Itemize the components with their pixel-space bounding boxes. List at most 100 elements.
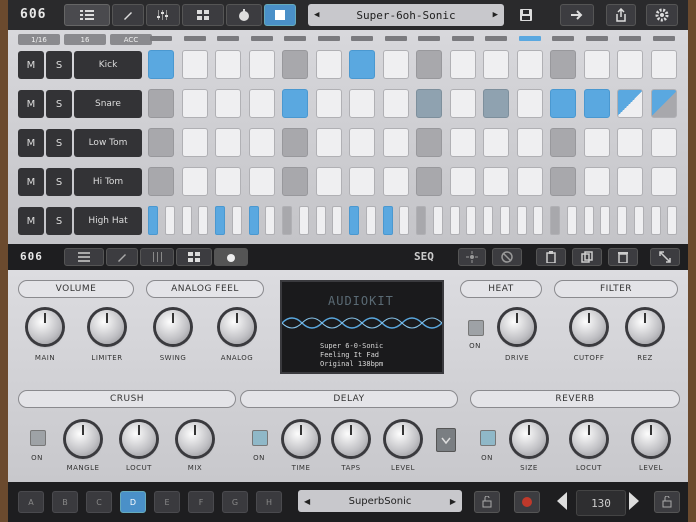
- step-pad[interactable]: [449, 167, 476, 196]
- step-pad[interactable]: [416, 167, 442, 196]
- preset-selector[interactable]: ◀ Super-6oh-Sonic ▶: [308, 4, 504, 26]
- hihat-step-pad[interactable]: [650, 206, 661, 235]
- step-pad[interactable]: [550, 50, 576, 79]
- heat-on-toggle[interactable]: [468, 320, 484, 336]
- step-pad[interactable]: [382, 128, 409, 157]
- preset-prev-button[interactable]: ◀: [314, 10, 319, 20]
- step-pad[interactable]: [349, 167, 375, 196]
- reverb-level-knob[interactable]: [634, 422, 668, 456]
- step-pad[interactable]: [248, 50, 275, 79]
- swing-knob[interactable]: [156, 310, 190, 344]
- mixer-button[interactable]: [146, 4, 180, 26]
- delay-on-toggle[interactable]: [252, 430, 268, 446]
- step-pad[interactable]: [148, 128, 174, 157]
- taps-knob[interactable]: [334, 422, 368, 456]
- lock-kit-button[interactable]: [474, 491, 500, 513]
- step-pad[interactable]: [315, 167, 342, 196]
- mute-button[interactable]: M: [18, 90, 44, 118]
- pads-mode-button[interactable]: [176, 248, 212, 266]
- hihat-step-pad[interactable]: [600, 206, 611, 235]
- step-pad[interactable]: [650, 128, 677, 157]
- step-pad[interactable]: [282, 167, 308, 196]
- step-pad[interactable]: [483, 128, 509, 157]
- hihat-step-pad[interactable]: [449, 206, 460, 235]
- step-pad[interactable]: [181, 50, 208, 79]
- hihat-step-pad[interactable]: [566, 206, 577, 235]
- sound-mode-button[interactable]: [214, 248, 248, 266]
- step-pad[interactable]: [315, 89, 342, 118]
- share-button[interactable]: [606, 4, 636, 26]
- step-pad[interactable]: [516, 89, 543, 118]
- hihat-step-pad[interactable]: [181, 206, 192, 235]
- hihat-step-pad[interactable]: [365, 206, 376, 235]
- clear-pattern-button[interactable]: [492, 248, 522, 266]
- tempo-increase-button[interactable]: [628, 490, 642, 514]
- step-pad[interactable]: [248, 167, 275, 196]
- track-name-button[interactable]: High Hat: [74, 207, 142, 235]
- pattern-button[interactable]: C: [86, 491, 112, 513]
- step-pad[interactable]: [617, 128, 643, 157]
- step-pad[interactable]: [516, 167, 543, 196]
- export-button[interactable]: [560, 4, 594, 26]
- step-pad[interactable]: [583, 128, 610, 157]
- step-pad[interactable]: [449, 128, 476, 157]
- step-pad[interactable]: [282, 50, 308, 79]
- hihat-step-pad[interactable]: [382, 206, 393, 235]
- kit-next-icon[interactable]: ▶: [450, 497, 456, 506]
- hihat-step-pad[interactable]: [516, 206, 527, 235]
- step-pad[interactable]: [416, 89, 442, 118]
- step-pad[interactable]: [181, 128, 208, 157]
- step-pad[interactable]: [349, 128, 375, 157]
- step-pad[interactable]: [617, 89, 643, 118]
- drive-knob[interactable]: [500, 310, 534, 344]
- pattern-button[interactable]: B: [52, 491, 78, 513]
- hihat-step-pad[interactable]: [533, 206, 544, 235]
- solo-button[interactable]: S: [46, 129, 72, 157]
- step-pad[interactable]: [483, 89, 509, 118]
- step-pad[interactable]: [215, 167, 241, 196]
- preset-next-button[interactable]: ▶: [493, 10, 498, 20]
- sound-button[interactable]: [226, 4, 262, 26]
- solo-button[interactable]: S: [46, 168, 72, 196]
- step-pad[interactable]: [650, 50, 677, 79]
- kit-selector[interactable]: ◀ SuperbSonic ▶: [298, 490, 462, 512]
- mangle-knob[interactable]: [66, 422, 100, 456]
- step-pad[interactable]: [650, 167, 677, 196]
- tempo-display[interactable]: 130: [576, 490, 626, 516]
- settings-button[interactable]: [646, 4, 678, 26]
- step-pad[interactable]: [148, 50, 174, 79]
- step-resolution-button[interactable]: 1/16: [18, 34, 60, 45]
- step-pad[interactable]: [315, 128, 342, 157]
- step-pad[interactable]: [382, 50, 409, 79]
- solo-button[interactable]: S: [46, 207, 72, 235]
- step-pad[interactable]: [550, 167, 576, 196]
- step-pad[interactable]: [382, 167, 409, 196]
- step-pad[interactable]: [349, 89, 375, 118]
- hihat-step-pad[interactable]: [483, 206, 493, 235]
- hihat-step-pad[interactable]: [248, 206, 259, 235]
- hihat-step-pad[interactable]: [282, 206, 292, 235]
- step-pad[interactable]: [617, 167, 643, 196]
- track-name-button[interactable]: Kick: [74, 51, 142, 79]
- step-count-button[interactable]: 16: [64, 34, 106, 45]
- hihat-step-pad[interactable]: [583, 206, 594, 235]
- hihat-step-pad[interactable]: [416, 206, 426, 235]
- reverb-locut-knob[interactable]: [572, 422, 606, 456]
- hihat-step-pad[interactable]: [499, 206, 510, 235]
- step-pad[interactable]: [215, 89, 241, 118]
- hihat-step-pad[interactable]: [198, 206, 209, 235]
- pattern-button[interactable]: H: [256, 491, 282, 513]
- step-pad[interactable]: [550, 89, 576, 118]
- step-pad[interactable]: [215, 128, 241, 157]
- size-knob[interactable]: [512, 422, 546, 456]
- step-pad[interactable]: [516, 50, 543, 79]
- step-pad[interactable]: [148, 167, 174, 196]
- pads-button[interactable]: [182, 4, 224, 26]
- copy-button[interactable]: [572, 248, 602, 266]
- track-name-button[interactable]: Low Tom: [74, 129, 142, 157]
- step-pad[interactable]: [382, 89, 409, 118]
- accent-button[interactable]: ACC: [110, 34, 152, 45]
- delete-button[interactable]: [608, 248, 638, 266]
- step-pad[interactable]: [215, 50, 241, 79]
- step-pad[interactable]: [483, 167, 509, 196]
